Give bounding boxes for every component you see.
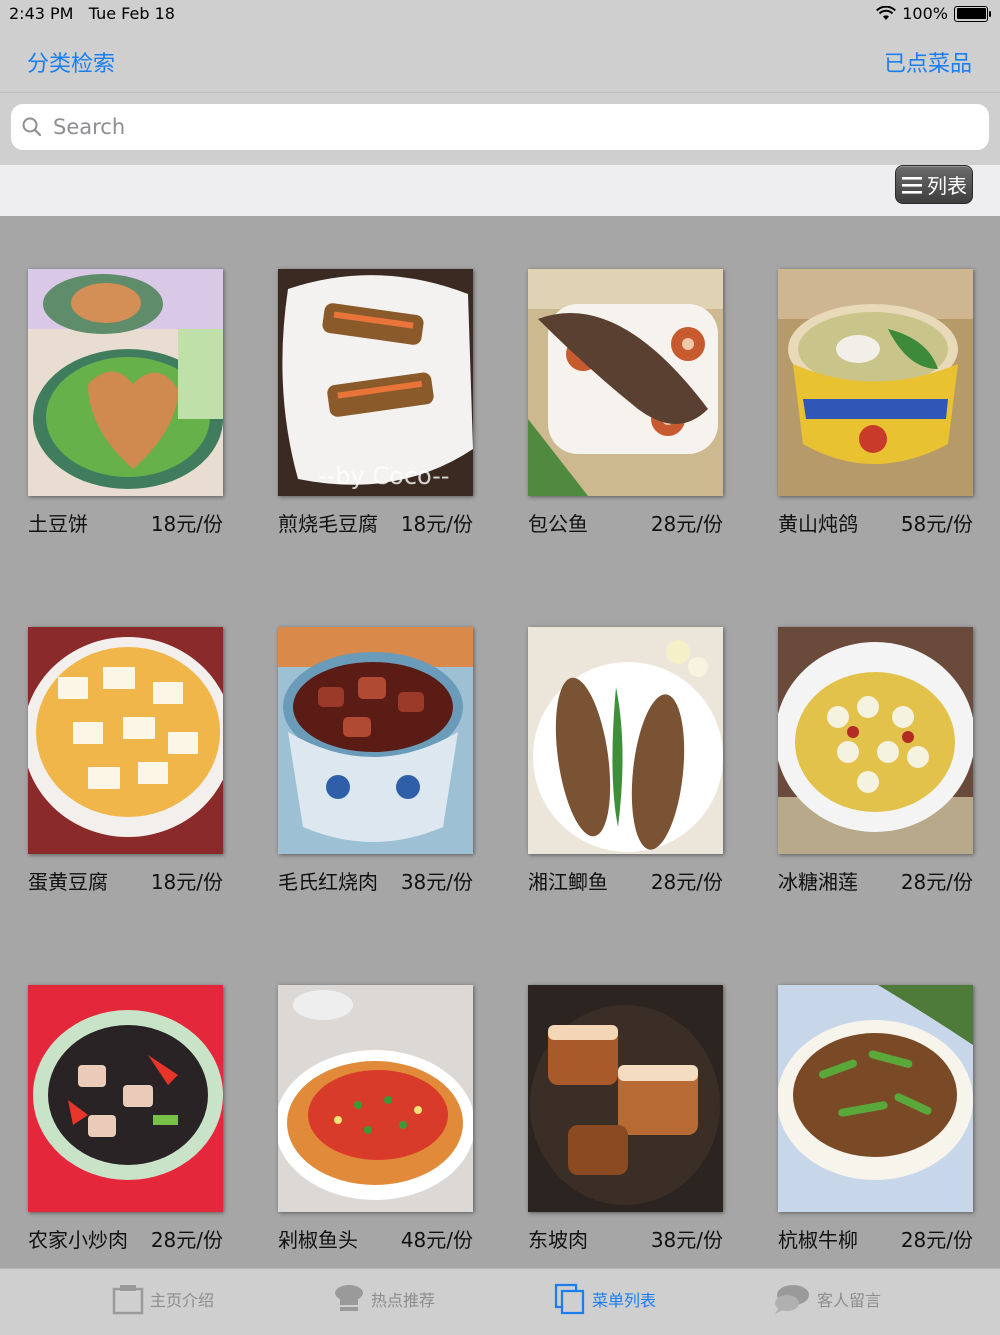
tab-bar: 主页介绍 热点推荐 菜单列表 客人留言 (0, 1268, 1000, 1335)
dish-caption: 剁椒鱼头 48元/份 (278, 1224, 473, 1253)
dish-caption: 包公鱼 28元/份 (528, 508, 723, 537)
dish-photo (28, 985, 223, 1212)
dish-price: 58元/份 (900, 512, 973, 536)
dish-caption: 东坡肉 38元/份 (528, 1224, 723, 1253)
dish-photo (778, 985, 973, 1212)
dish-price: 28元/份 (650, 870, 723, 894)
dish-price: 28元/份 (900, 1228, 973, 1252)
dish-caption: 黄山炖鸽 58元/份 (778, 508, 973, 537)
status-time: 2:43 PM (9, 4, 74, 23)
battery-percent: 100% (902, 4, 948, 23)
dish-photo (28, 627, 223, 854)
dish-name: 蛋黄豆腐 (28, 870, 108, 894)
dish-photo: --by Coco-- (278, 269, 473, 496)
dish-card[interactable]: 剁椒鱼头 48元/份 (278, 985, 478, 1252)
dish-price: 18元/份 (400, 512, 473, 536)
dish-card[interactable]: 湘江鲫鱼 28元/份 (528, 627, 728, 894)
dish-card[interactable]: 蛋黄豆腐 18元/份 (28, 627, 228, 894)
list-view-button[interactable]: 列表 (895, 165, 973, 204)
dish-card[interactable]: 包公鱼 28元/份 (528, 269, 728, 536)
dish-name: 农家小炒肉 (28, 1228, 128, 1252)
tab-guest-message[interactable]: 客人留言 (773, 1283, 881, 1315)
tab-menu-list[interactable]: 菜单列表 (554, 1283, 656, 1315)
dish-card[interactable]: 土豆饼 18元/份 (28, 269, 228, 536)
menu-list-icon (554, 1283, 585, 1315)
status-date: Tue Feb 18 (88, 4, 175, 23)
dish-name: 包公鱼 (528, 512, 588, 536)
dish-caption: 毛氏红烧肉 38元/份 (278, 866, 473, 895)
chef-hat-icon (335, 1285, 363, 1311)
search-input[interactable] (51, 114, 955, 140)
chat-bubble-icon (775, 1285, 809, 1314)
tab-home[interactable]: 主页介绍 (112, 1283, 214, 1315)
dish-price: 48元/份 (400, 1228, 473, 1252)
dish-caption: 杭椒牛柳 28元/份 (778, 1224, 973, 1253)
dish-price: 38元/份 (400, 870, 473, 894)
search-bar-container (0, 93, 1000, 165)
dish-name: 黄山炖鸽 (778, 512, 858, 536)
dish-card[interactable]: 冰糖湘莲 28元/份 (778, 627, 978, 894)
dish-caption: 农家小炒肉 28元/份 (28, 1224, 223, 1253)
tab-hot-recommend-label: 热点推荐 (371, 1291, 436, 1310)
dish-price: 28元/份 (650, 512, 723, 536)
list-view-label: 列表 (927, 174, 967, 198)
dish-card[interactable]: 杭椒牛柳 28元/份 (778, 985, 978, 1252)
dish-card[interactable]: 毛氏红烧肉 38元/份 (278, 627, 478, 894)
dish-card[interactable]: 东坡肉 38元/份 (528, 985, 728, 1252)
search-icon (22, 117, 42, 137)
dish-photo (778, 627, 973, 854)
dish-caption: 湘江鲫鱼 28元/份 (528, 866, 723, 895)
tab-hot-recommend[interactable]: 热点推荐 (333, 1283, 435, 1315)
dish-photo (278, 627, 473, 854)
dish-grid: 土豆饼 18元/份 --by Coco-- 煎烧毛豆腐 18元/份 包公鱼 28… (0, 216, 1000, 1268)
status-time-date: 2:43 PM Tue Feb 18 (9, 4, 175, 23)
dish-card[interactable]: 农家小炒肉 28元/份 (28, 985, 228, 1252)
dish-name: 冰糖湘莲 (778, 870, 858, 894)
navigation-bar: 分类检索 已点菜品 (0, 28, 1000, 93)
view-toolbar: 列表 (0, 165, 1000, 216)
home-icon (112, 1285, 144, 1315)
dish-card[interactable]: 黄山炖鸽 58元/份 (778, 269, 978, 536)
dish-photo (778, 269, 973, 496)
dish-caption: 蛋黄豆腐 18元/份 (28, 866, 223, 895)
dish-caption: 土豆饼 18元/份 (28, 508, 223, 537)
status-bar: 2:43 PM Tue Feb 18 100% (0, 0, 1000, 28)
category-search-button[interactable]: 分类检索 (27, 46, 115, 78)
status-right: 100% (876, 4, 991, 23)
dish-price: 38元/份 (650, 1228, 723, 1252)
battery-icon (954, 5, 991, 22)
tab-menu-list-label: 菜单列表 (592, 1291, 657, 1310)
dish-name: 杭椒牛柳 (778, 1228, 858, 1252)
search-field[interactable] (11, 104, 989, 150)
dish-photo (528, 627, 723, 854)
dish-name: 东坡肉 (528, 1228, 588, 1252)
dish-price: 18元/份 (150, 512, 223, 536)
dish-caption: 冰糖湘莲 28元/份 (778, 866, 973, 895)
dish-photo (528, 985, 723, 1212)
list-icon (902, 176, 922, 194)
dish-photo (278, 985, 473, 1212)
tab-guest-message-label: 客人留言 (817, 1291, 882, 1310)
dish-price: 18元/份 (150, 870, 223, 894)
dish-name: 土豆饼 (28, 512, 88, 536)
dish-photo (28, 269, 223, 496)
svg-text:--by Coco--: --by Coco-- (318, 462, 449, 490)
dish-name: 煎烧毛豆腐 (278, 512, 378, 536)
dish-name: 毛氏红烧肉 (278, 870, 378, 894)
dish-card[interactable]: --by Coco-- 煎烧毛豆腐 18元/份 (278, 269, 478, 536)
ordered-dishes-button[interactable]: 已点菜品 (884, 46, 972, 78)
dish-name: 剁椒鱼头 (278, 1228, 358, 1252)
dish-caption: 煎烧毛豆腐 18元/份 (278, 508, 473, 537)
wifi-icon (876, 6, 897, 20)
dish-price: 28元/份 (150, 1228, 223, 1252)
dish-name: 湘江鲫鱼 (528, 870, 608, 894)
tab-home-label: 主页介绍 (150, 1291, 215, 1310)
dish-price: 28元/份 (900, 870, 973, 894)
dish-photo (528, 269, 723, 496)
